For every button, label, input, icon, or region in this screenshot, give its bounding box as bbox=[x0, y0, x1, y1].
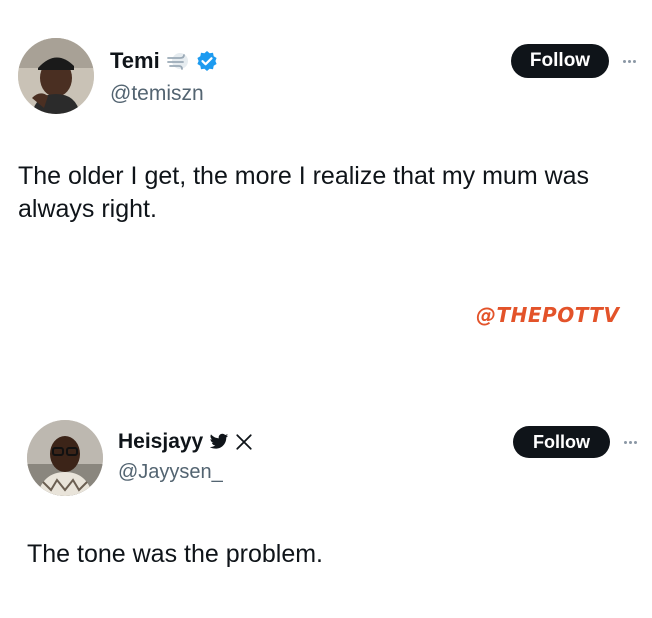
watermark-text: @THEPOTTV bbox=[476, 303, 620, 327]
tweet-text: The tone was the problem. bbox=[27, 540, 323, 568]
name-row-heisjayy: Heisjayy bbox=[118, 428, 253, 456]
more-options-icon[interactable] bbox=[624, 441, 637, 444]
handle[interactable]: @temiszn bbox=[110, 82, 204, 106]
more-options-icon[interactable] bbox=[623, 60, 636, 63]
avatar-temi[interactable] bbox=[18, 38, 94, 114]
avatar-heisjayy[interactable] bbox=[27, 420, 103, 496]
follow-button[interactable]: Follow bbox=[513, 426, 610, 458]
name-row-temi: Temi bbox=[110, 46, 218, 76]
handle[interactable]: @Jayysen_ bbox=[118, 461, 223, 484]
x-logo-icon bbox=[235, 433, 253, 451]
wind-emoji-icon bbox=[166, 49, 190, 73]
display-name[interactable]: Temi bbox=[110, 48, 160, 74]
display-name[interactable]: Heisjayy bbox=[118, 430, 203, 454]
twitter-bird-icon bbox=[209, 433, 229, 451]
tweet-card-temi: Temi @temiszn Follow The older I get, th… bbox=[0, 0, 652, 300]
follow-button[interactable]: Follow bbox=[511, 44, 609, 78]
verified-badge-icon bbox=[196, 50, 218, 72]
tweet-text: The older I get, the more I realize that… bbox=[18, 162, 590, 223]
avatar-heisjayy-image bbox=[27, 420, 103, 496]
tweet-card-heisjayy: Heisjayy @Jayysen_ Follow The tone was t… bbox=[0, 400, 652, 600]
avatar-temi-image bbox=[18, 38, 94, 114]
